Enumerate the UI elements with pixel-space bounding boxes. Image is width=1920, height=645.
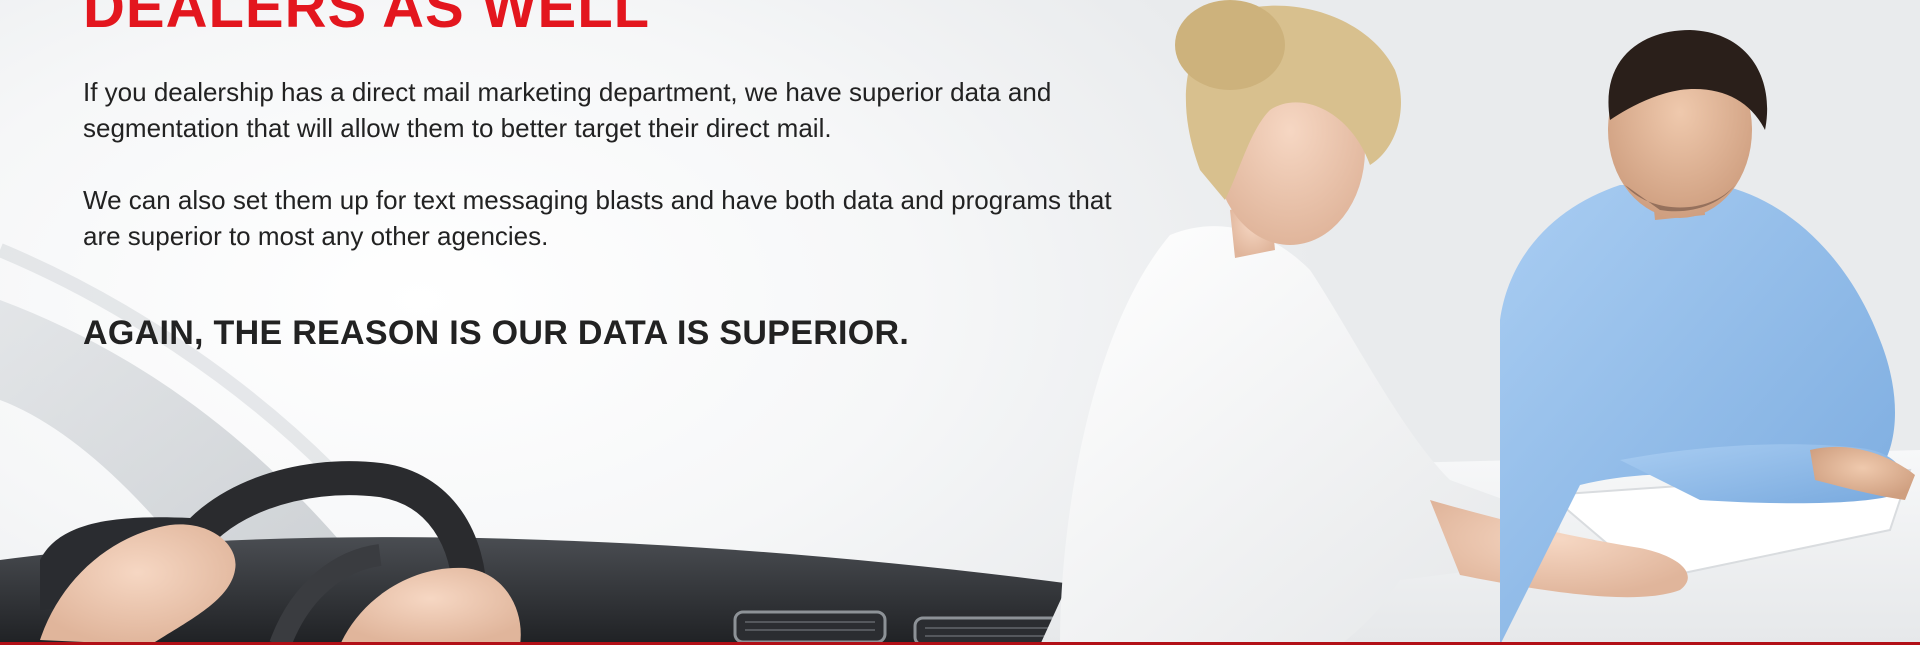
paragraph-text-messaging: We can also set them up for text messagi… bbox=[83, 185, 1112, 251]
hero-banner: DEALERS AS WELL If you dealership has a … bbox=[0, 0, 1920, 645]
paragraph-direct-mail: If you dealership has a direct mail mark… bbox=[83, 77, 1052, 143]
section-headline: DEALERS AS WELL bbox=[83, 0, 651, 40]
section-tagline: AGAIN, THE REASON IS OUR DATA IS SUPERIO… bbox=[83, 314, 910, 352]
